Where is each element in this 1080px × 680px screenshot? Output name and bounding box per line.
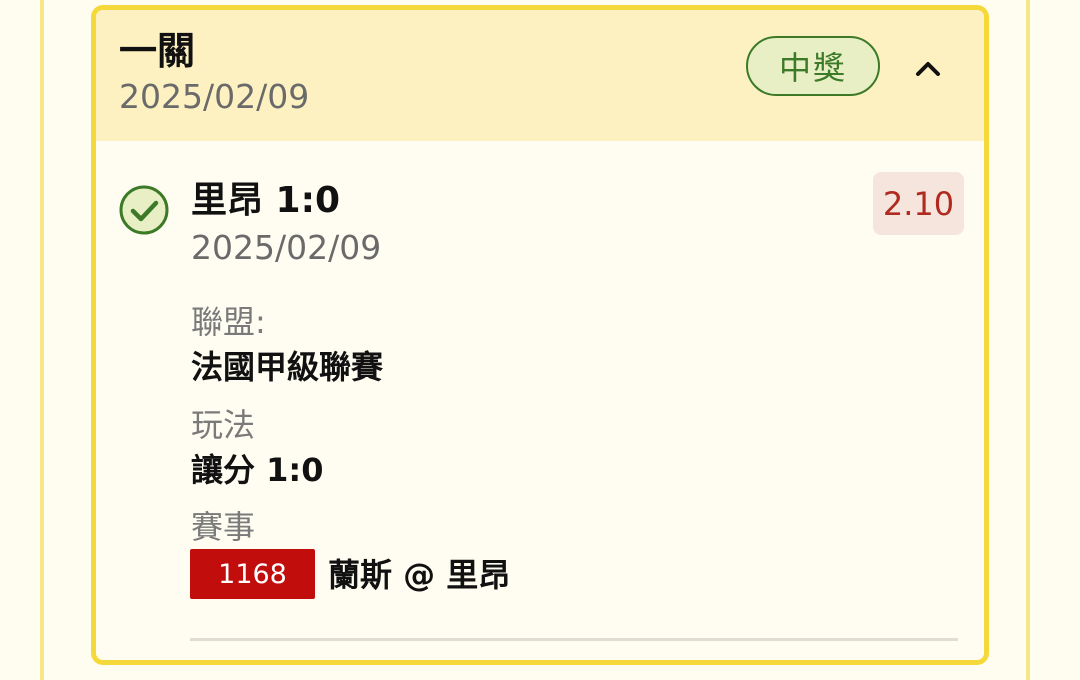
league-value: 法國甲級聯賽 [191, 348, 384, 386]
match-label: 賽事 [191, 508, 256, 546]
win-status-badge: 中獎 [746, 36, 880, 96]
play-value: 讓分 1:0 [191, 451, 324, 489]
bet-card: 一關 2025/02/09 中獎 里昂 1:0 2025/02/09 2.10 … [91, 5, 989, 665]
bet-card-header[interactable]: 一關 2025/02/09 中獎 [96, 10, 984, 141]
league-label: 聯盟: [191, 303, 266, 341]
check-circle-icon [119, 185, 169, 235]
odds-badge: 2.10 [873, 172, 964, 235]
match-teams: 蘭斯 @ 里昂 [328, 556, 511, 594]
selection-title: 里昂 1:0 [191, 180, 341, 221]
divider [190, 638, 958, 641]
match-number-badge: 1168 [190, 549, 315, 599]
selection-date: 2025/02/09 [191, 228, 382, 267]
chevron-up-icon [916, 62, 940, 76]
collapse-button[interactable] [908, 48, 948, 88]
bet-date: 2025/02/09 [119, 77, 310, 116]
bet-type-label: 一關 [119, 29, 196, 73]
play-label: 玩法 [191, 406, 256, 444]
